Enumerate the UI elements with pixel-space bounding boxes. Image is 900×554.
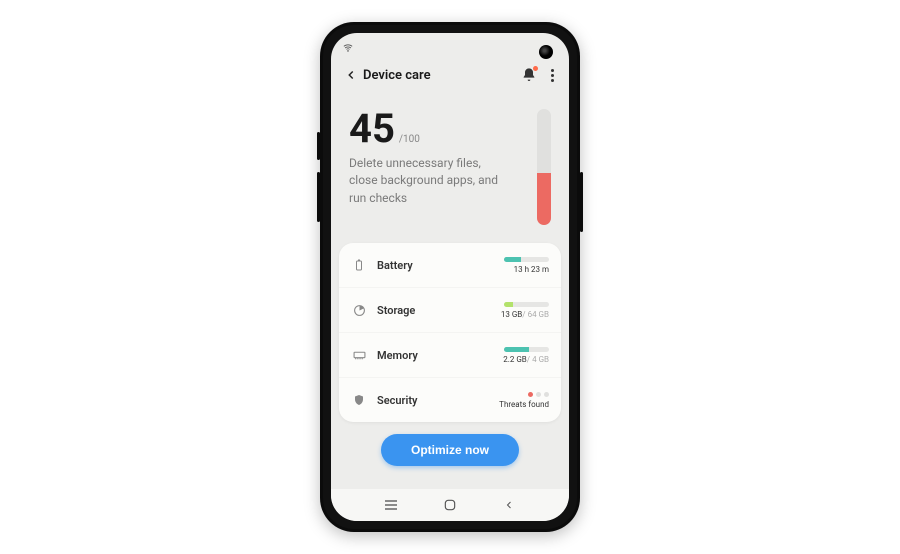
battery-detail: 13 h 23 m [514, 265, 549, 274]
nav-back-button[interactable] [499, 495, 519, 515]
security-dots [528, 392, 549, 397]
wifi-icon [343, 43, 353, 53]
more-options-button[interactable] [545, 67, 559, 83]
chevron-left-icon [503, 499, 515, 511]
storage-icon [351, 304, 367, 317]
recents-icon [383, 499, 399, 511]
storage-bar [504, 302, 549, 307]
row-battery[interactable]: Battery 13 h 23 m [339, 243, 561, 287]
back-button[interactable] [341, 65, 361, 85]
camera-hole [539, 45, 553, 59]
score-max: /100 [399, 134, 420, 145]
page-title: Device care [363, 68, 431, 83]
nav-recents-button[interactable] [381, 495, 401, 515]
optimize-now-button[interactable]: Optimize now [381, 434, 519, 466]
metrics-card: Battery 13 h 23 m Storage 1 [339, 243, 561, 422]
row-storage[interactable]: Storage 13 GB/ 64 GB [339, 287, 561, 332]
row-security[interactable]: Security Threats found [339, 377, 561, 422]
memory-icon [351, 350, 367, 361]
memory-label: Memory [377, 349, 479, 362]
battery-bar [504, 257, 549, 262]
battery-icon [351, 258, 367, 272]
home-icon [443, 498, 457, 512]
row-memory[interactable]: Memory 2.2 GB/ 4 GB [339, 332, 561, 377]
score-gauge-fill [537, 173, 551, 225]
status-bar [331, 33, 569, 59]
chevron-left-icon [344, 68, 358, 82]
score-section: 45 /100 Delete unnecessary files, close … [331, 91, 569, 239]
score-gauge [537, 109, 551, 225]
security-label: Security [377, 394, 479, 407]
score-value: 45 [349, 109, 395, 149]
notification-dot-icon [533, 66, 538, 71]
phone-frame: Device care 45 /100 [320, 22, 580, 532]
storage-detail: 13 GB/ 64 GB [501, 310, 549, 319]
score-advice: Delete unnecessary files, close backgrou… [349, 155, 499, 207]
android-nav-bar [331, 489, 569, 521]
memory-bar [504, 347, 549, 352]
notifications-button[interactable] [521, 67, 537, 83]
nav-home-button[interactable] [440, 495, 460, 515]
storage-label: Storage [377, 304, 479, 317]
header: Device care [331, 59, 569, 91]
security-detail: Threats found [499, 400, 549, 409]
screen: Device care 45 /100 [331, 33, 569, 521]
battery-label: Battery [377, 259, 479, 272]
memory-detail: 2.2 GB/ 4 GB [503, 355, 549, 364]
shield-icon [351, 393, 367, 407]
